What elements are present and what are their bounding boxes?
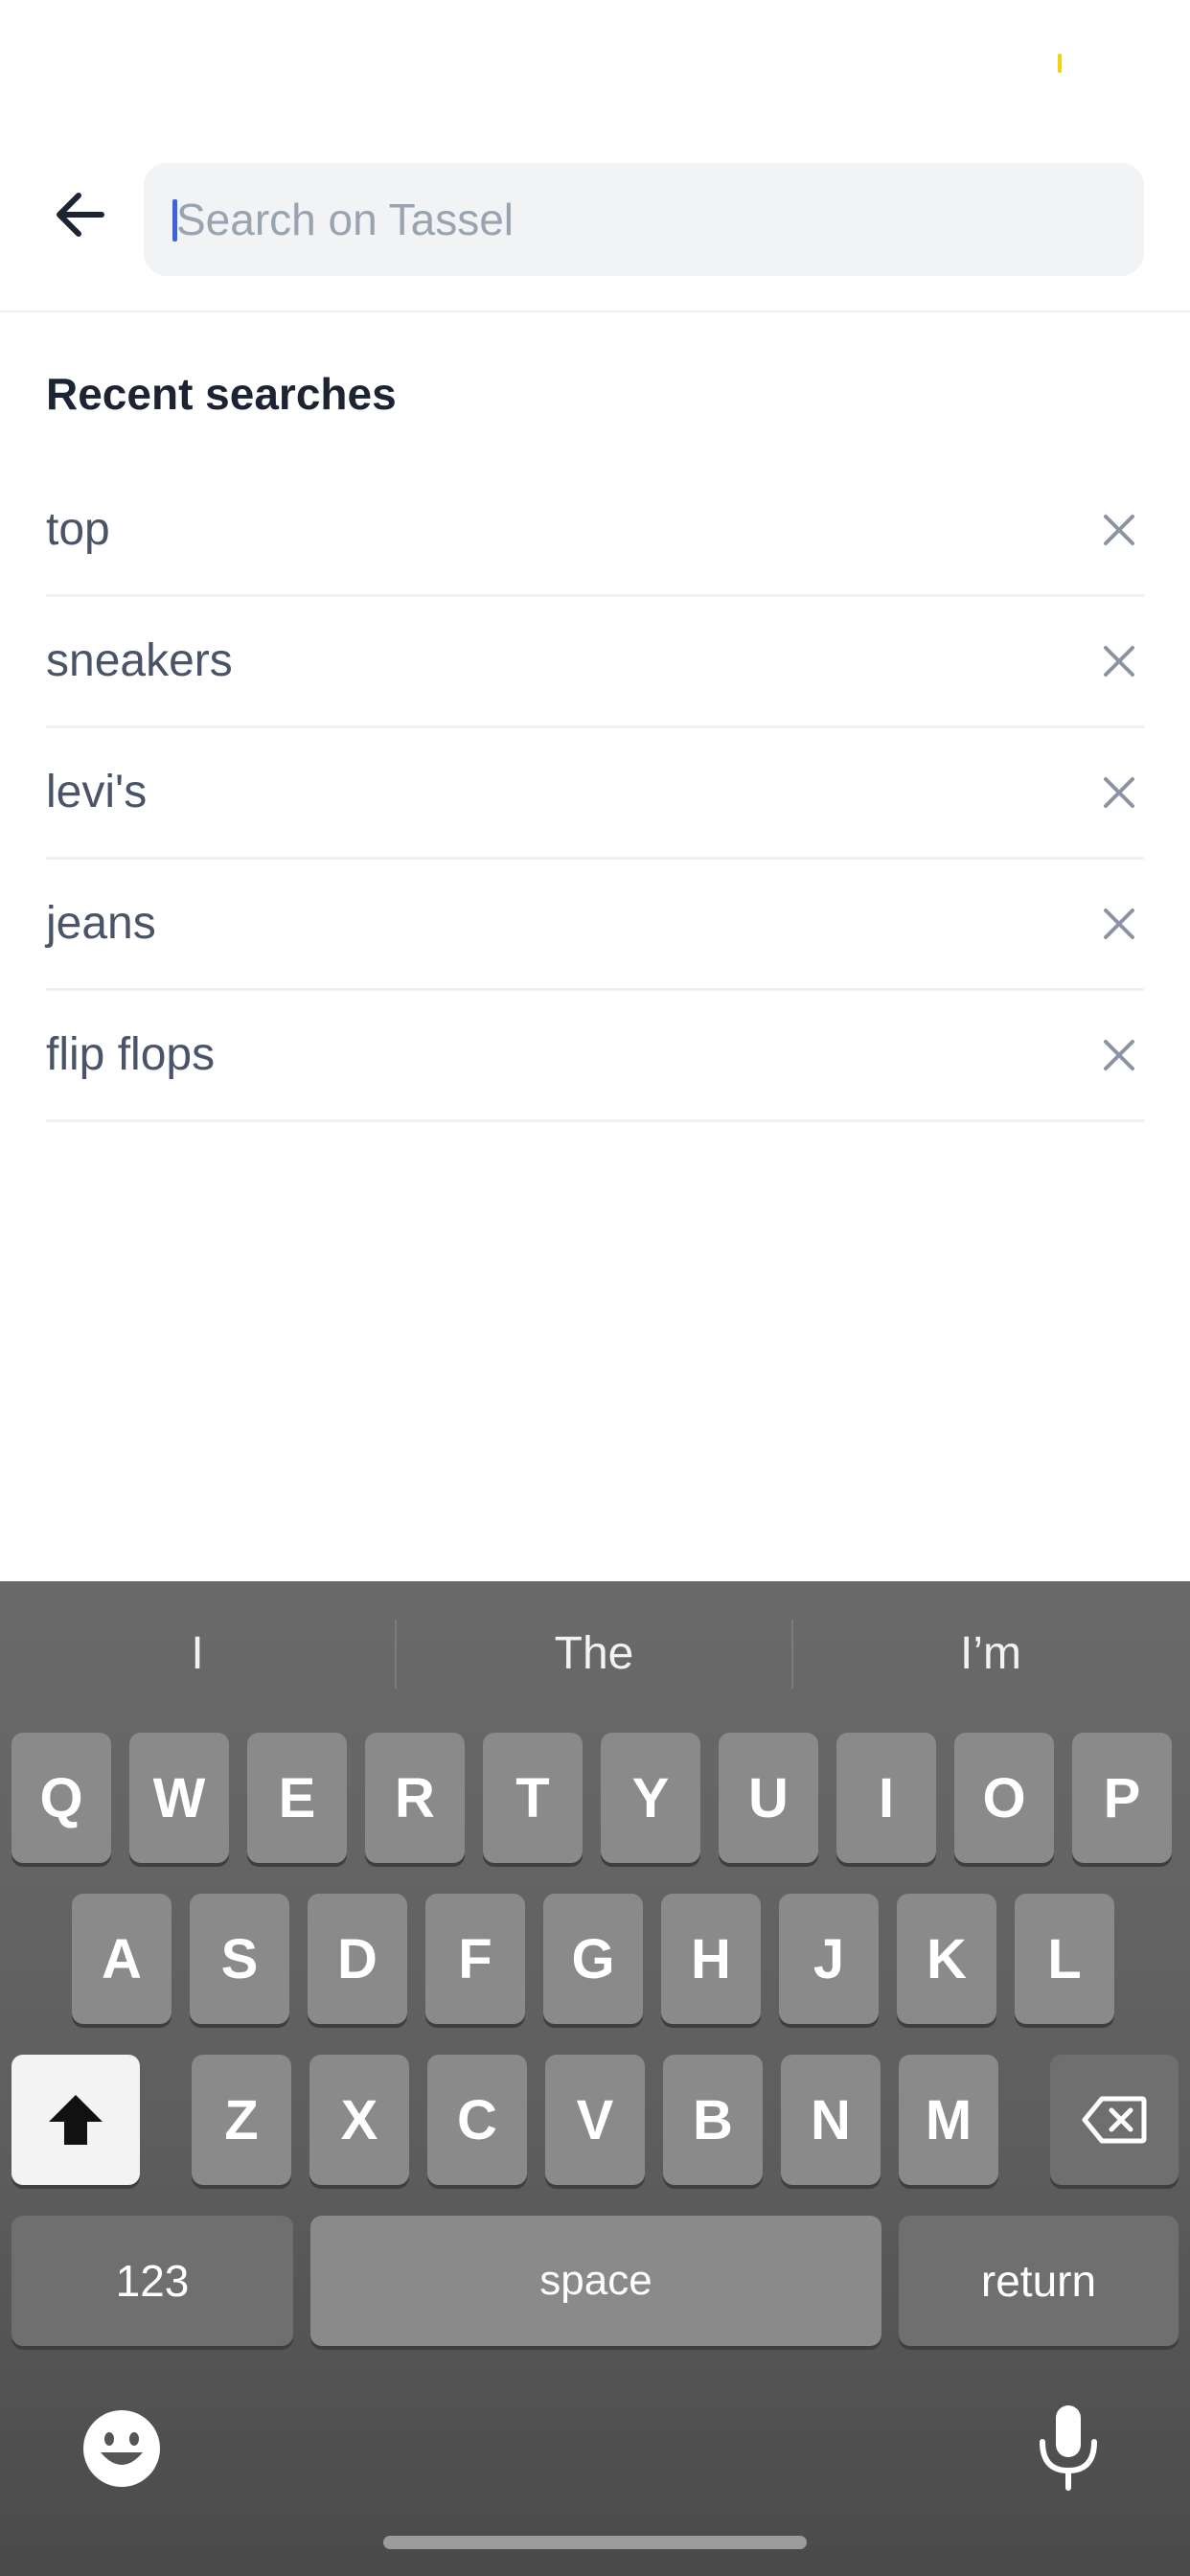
suggestion-item[interactable]: The <box>397 1581 791 1727</box>
suggestion-item[interactable]: I <box>0 1581 395 1727</box>
recent-search-item[interactable]: jeans <box>46 860 1144 991</box>
remove-recent-search-button[interactable] <box>1094 768 1144 817</box>
suggestion-item[interactable]: I’m <box>793 1581 1188 1727</box>
key-z[interactable]: Z <box>192 2055 291 2185</box>
recent-searches-title: Recent searches <box>46 369 397 419</box>
search-input[interactable]: Search on Tassel <box>144 163 1144 276</box>
remove-recent-search-button[interactable] <box>1094 505 1144 555</box>
key-e[interactable]: E <box>247 1733 347 1863</box>
key-w[interactable]: W <box>129 1733 229 1863</box>
key-a[interactable]: A <box>72 1894 172 2024</box>
key-x[interactable]: X <box>309 2055 409 2185</box>
close-icon <box>1104 777 1134 808</box>
close-icon <box>1104 1040 1134 1070</box>
key-l[interactable]: L <box>1015 1894 1114 2024</box>
shift-key[interactable] <box>11 2055 140 2185</box>
key-y[interactable]: Y <box>601 1733 700 1863</box>
backspace-icon <box>1082 2096 1147 2144</box>
key-s[interactable]: S <box>190 1894 289 2024</box>
remove-recent-search-button[interactable] <box>1094 1030 1144 1080</box>
key-t[interactable]: T <box>483 1733 583 1863</box>
search-placeholder: Search on Tassel <box>176 195 515 244</box>
keyboard: I The I’m 123 space return QWERTYUIO P A… <box>0 1581 1190 2576</box>
emoji-button[interactable] <box>79 2405 165 2492</box>
key-p[interactable]: P <box>1072 1733 1172 1863</box>
recent-search-item[interactable]: top <box>46 466 1144 597</box>
status-indicator <box>1058 54 1062 73</box>
key-v[interactable]: V <box>545 2055 645 2185</box>
recent-search-item[interactable]: sneakers <box>46 597 1144 728</box>
recent-search-item[interactable]: flip flops <box>46 991 1144 1122</box>
recent-searches-list: top sneakers levi's jeans flip flops <box>46 466 1144 1122</box>
delete-key[interactable] <box>1050 2055 1179 2185</box>
key-b[interactable]: B <box>663 2055 763 2185</box>
key-h[interactable]: H <box>661 1894 761 2024</box>
microphone-icon <box>1040 2405 1097 2491</box>
recent-search-label: top <box>46 504 110 555</box>
key-g[interactable]: G <box>543 1894 643 2024</box>
recent-search-label: sneakers <box>46 635 233 686</box>
close-icon <box>1104 515 1134 545</box>
key-j[interactable]: J <box>779 1894 879 2024</box>
arrow-left-icon <box>57 193 104 237</box>
key-d[interactable]: D <box>308 1894 407 2024</box>
search-header: Search on Tassel <box>0 134 1190 312</box>
recent-search-label: levi's <box>46 767 148 817</box>
key-o[interactable]: O <box>954 1733 1054 1863</box>
recent-search-label: flip flops <box>46 1029 216 1080</box>
key-q[interactable]: Q <box>11 1733 111 1863</box>
suggestion-bar: I The I’m <box>0 1581 1190 1727</box>
recent-search-item[interactable]: levi's <box>46 728 1144 860</box>
key-i[interactable]: I <box>836 1733 936 1863</box>
key-r[interactable]: R <box>365 1733 465 1863</box>
key-k[interactable]: K <box>897 1894 996 2024</box>
back-button[interactable] <box>46 180 115 249</box>
close-icon <box>1104 646 1134 677</box>
shift-icon <box>49 2095 103 2145</box>
key-f[interactable]: F <box>425 1894 525 2024</box>
remove-recent-search-button[interactable] <box>1094 636 1144 686</box>
recent-search-label: jeans <box>46 898 156 949</box>
key-n[interactable]: N <box>781 2055 881 2185</box>
emoji-icon <box>83 2410 160 2487</box>
key-u[interactable]: U <box>719 1733 818 1863</box>
key-c[interactable]: C <box>427 2055 527 2185</box>
space-key[interactable]: space <box>310 2216 881 2346</box>
status-bar <box>0 0 1190 134</box>
close-icon <box>1104 908 1134 939</box>
numbers-key[interactable]: 123 <box>11 2216 293 2346</box>
return-key[interactable]: return <box>899 2216 1179 2346</box>
key-m[interactable]: M <box>899 2055 998 2185</box>
dictation-button[interactable] <box>1025 2400 1111 2496</box>
home-indicator <box>383 2536 807 2549</box>
remove-recent-search-button[interactable] <box>1094 899 1144 949</box>
